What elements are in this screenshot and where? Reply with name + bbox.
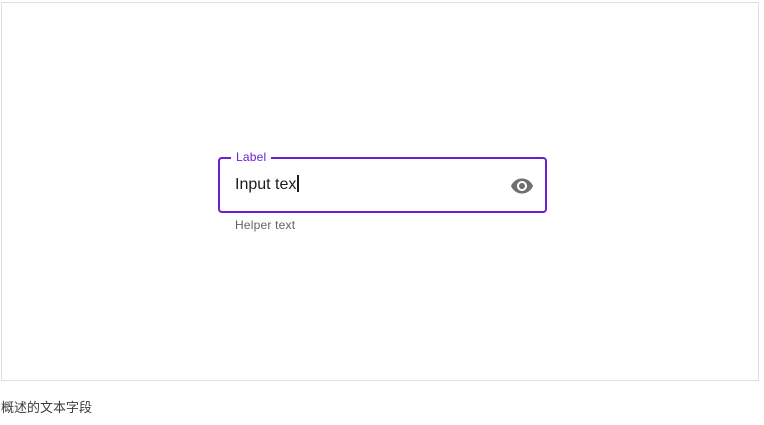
- component-preview-frame: Label Input tex Helper text: [1, 2, 759, 381]
- outlined-text-field[interactable]: Label Input tex: [218, 150, 547, 213]
- input-value: Input tex: [235, 176, 297, 193]
- field-label: Label: [231, 150, 272, 164]
- caption-text: 概述的文本字段: [1, 400, 93, 415]
- helper-text: Helper text: [235, 218, 296, 232]
- text-cursor: [297, 175, 299, 192]
- eye-icon[interactable]: [510, 174, 534, 198]
- text-input[interactable]: Input tex: [235, 174, 495, 196]
- eye-icon-graphic: [511, 178, 533, 194]
